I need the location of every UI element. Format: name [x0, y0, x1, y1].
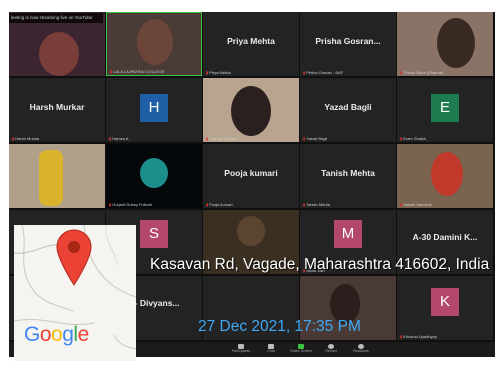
participant-video: [39, 32, 79, 76]
chat-button-label: Chat: [267, 349, 275, 353]
participant-tile[interactable]: Harsh Murkar ▮Harsh Murkar: [9, 78, 105, 142]
participant-name: Yazad Bagli: [324, 102, 372, 112]
participant-name-label: Trisha Sinha (Sharma): [403, 70, 444, 75]
participant-video: [140, 158, 168, 188]
location-map-thumbnail: Google: [14, 225, 136, 361]
share-screen-button-label: Share Screen: [290, 349, 312, 353]
participant-name-label: Harsh Murkar: [15, 136, 40, 141]
participant-tile-active[interactable]: ▮LALA LAJPATRAI COLLEGE: [106, 12, 202, 76]
google-logo: Google: [24, 323, 89, 346]
participant-initial-avatar: E: [431, 94, 459, 122]
participant-tile[interactable]: H ▮Hamza A: [106, 78, 202, 142]
capture-datetime: 27 Dec 2021, 17:35 PM: [198, 318, 361, 335]
record-button[interactable]: Record: [319, 344, 343, 353]
participant-initial-avatar: K: [431, 288, 459, 316]
participant-video: [431, 152, 463, 196]
reactions-button[interactable]: Reactions: [349, 344, 373, 353]
participant-name-label: Tanish Mehta: [306, 202, 330, 207]
participant-name: Harsh Murkar: [29, 102, 85, 112]
participant-name-label: Prisha Gosran - BAF: [306, 70, 344, 75]
participant-tile[interactable]: ▮Trisha Sinha (Sharma): [397, 12, 493, 76]
participant-name: Priya Mehta: [227, 36, 275, 46]
participant-name-label: Eram Shaikh: [403, 136, 427, 141]
chat-button[interactable]: Chat: [259, 344, 283, 353]
participant-name-label: Ananya Kulkarni: [209, 136, 239, 141]
participant-tile[interactable]: Prisha Gosran... ▮Prisha Gosran - BAF: [300, 12, 396, 76]
participant-video: [237, 216, 265, 246]
participant-name: Tanish Mehta: [321, 168, 375, 178]
participant-tile[interactable]: [9, 144, 105, 208]
participant-tile[interactable]: ▮Sakshi Salvekar: [397, 144, 493, 208]
participant-name-label: Sakshi Salvekar: [403, 202, 432, 207]
participant-tile[interactable]: ▮Gurjeet Dubey Fullonh: [106, 144, 202, 208]
participant-name-label: Khushal Upadhyay: [403, 334, 437, 339]
participant-video: [437, 18, 475, 68]
participants-button[interactable]: Participants: [229, 344, 253, 353]
participant-initial-avatar: M: [334, 220, 362, 248]
participant-name-label: Priya Mehta: [209, 70, 231, 75]
participant-name-label: LALA LAJPATRAI COLLEGE: [113, 69, 165, 74]
participant-name-label: Yazad Bagli: [306, 136, 328, 141]
participant-tile[interactable]: K ▮Khushal Upadhyay: [397, 276, 493, 340]
participant-initial-avatar: S: [140, 220, 168, 248]
participant-tile[interactable]: Tanish Mehta ▮Tanish Mehta: [300, 144, 396, 208]
participant-name: A-30 Damini K...: [412, 232, 478, 242]
location-pin-icon: [56, 229, 92, 286]
reactions-button-label: Reactions: [353, 349, 369, 353]
participants-button-label: Participants: [231, 349, 251, 353]
participant-name: Prisha Gosran...: [315, 36, 381, 46]
record-button-label: Record: [325, 349, 337, 353]
participant-tile[interactable]: Priya Mehta ▮Priya Mehta: [203, 12, 299, 76]
participant-video: [231, 86, 271, 136]
participant-name: Pooja kumari: [224, 168, 278, 178]
participant-video: [39, 150, 63, 206]
live-stream-banner: leeting is now streaming live on YouTube: [9, 13, 103, 23]
participant-tile[interactable]: Yazad Bagli ▮Yazad Bagli: [300, 78, 396, 142]
participant-tile[interactable]: E ▮Eram Shaikh: [397, 78, 493, 142]
participant-name-label: Gurjeet Dubey Fullonh: [112, 202, 153, 207]
participant-tile[interactable]: ▮Ananya Kulkarni: [203, 78, 299, 142]
participant-name-label: Pooja kumari: [209, 202, 233, 207]
participant-name-label: Hamza A: [112, 136, 129, 141]
participant-tile[interactable]: leeting is now streaming live on YouTube: [9, 12, 105, 76]
location-address: Kasavan Rd, Vagade, Maharashtra 416602, …: [150, 256, 490, 273]
participant-video: [137, 19, 173, 65]
participant-tile[interactable]: Pooja kumari ▮Pooja kumari: [203, 144, 299, 208]
participant-initial-avatar: H: [140, 94, 168, 122]
share-screen-button[interactable]: Share Screen: [289, 344, 313, 353]
